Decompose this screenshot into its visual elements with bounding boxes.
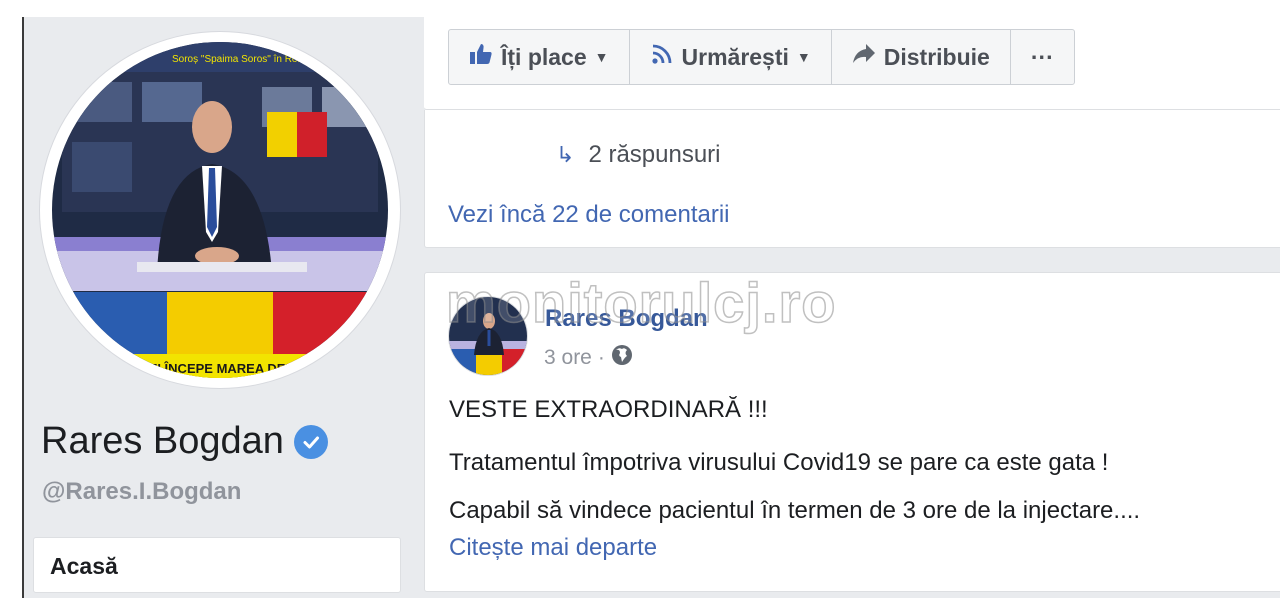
nav-item-home[interactable]: Acasă — [33, 537, 401, 593]
post-text-line: VESTE EXTRAORDINARĂ !!! — [449, 396, 768, 423]
page-action-bar: Îți place ▼ Urmărești ▼ Distribuie ··· — [448, 29, 1075, 85]
chevron-down-icon: ▼ — [796, 49, 811, 65]
post-author-name[interactable]: Rares Bogdan — [545, 305, 708, 333]
chevron-down-icon: ▼ — [594, 49, 609, 65]
like-button-label: Îți place — [501, 43, 587, 70]
reply-arrow-icon: ↳ — [556, 142, 575, 167]
like-button[interactable]: Îți place ▼ — [449, 30, 630, 84]
share-button[interactable]: Distribuie — [832, 30, 1011, 84]
share-arrow-icon — [852, 43, 876, 71]
post-author-avatar[interactable] — [448, 296, 528, 376]
thumbs-up-icon — [469, 43, 493, 71]
left-edge — [0, 17, 24, 598]
profile-name-text[interactable]: Rares Bogdan — [41, 420, 284, 463]
meta-separator: · — [597, 346, 605, 369]
profile-photo-image: Soroș "Spaima Soros" în România AZI ÎNCE… — [52, 42, 388, 378]
share-button-label: Distribuie — [883, 43, 990, 70]
svg-text:Soroș "Spaima Soros" în Români: Soroș "Spaima Soros" în România — [172, 54, 325, 65]
more-icon: ··· — [1030, 43, 1054, 70]
profile-name[interactable]: Rares Bogdan — [41, 420, 328, 463]
post-text-line: Capabil să vindece pacientul în termen d… — [449, 497, 1141, 524]
nav-item-home-label: Acasă — [50, 553, 118, 579]
view-replies-link[interactable]: ↳ 2 răspunsuri — [556, 141, 721, 169]
svg-text:AZI ÎNCEPE MAREA DEM: AZI ÎNCEPE MAREA DEM — [140, 361, 296, 376]
verified-check-icon — [293, 424, 328, 459]
profile-handle[interactable]: @Rares.I.Bogdan — [42, 478, 241, 506]
replies-label: 2 răspunsuri — [588, 141, 721, 168]
post-meta: 3 ore · — [544, 344, 633, 372]
profile-photo[interactable]: Soroș "Spaima Soros" în România AZI ÎNCE… — [40, 32, 400, 388]
post-timestamp[interactable]: 3 ore — [544, 346, 592, 370]
follow-button[interactable]: Urmărești ▼ — [630, 30, 832, 84]
read-more-link[interactable]: Citește mai departe — [449, 534, 657, 562]
rss-icon — [650, 42, 674, 72]
more-options-button[interactable]: ··· — [1011, 30, 1074, 84]
globe-icon — [611, 344, 633, 372]
top-bar — [0, 0, 1280, 17]
post-text-line: Tratamentul împotriva virusului Covid19 … — [449, 449, 1109, 476]
follow-button-label: Urmărești — [681, 43, 789, 70]
view-more-comments-link[interactable]: Vezi încă 22 de comentarii — [448, 201, 730, 229]
